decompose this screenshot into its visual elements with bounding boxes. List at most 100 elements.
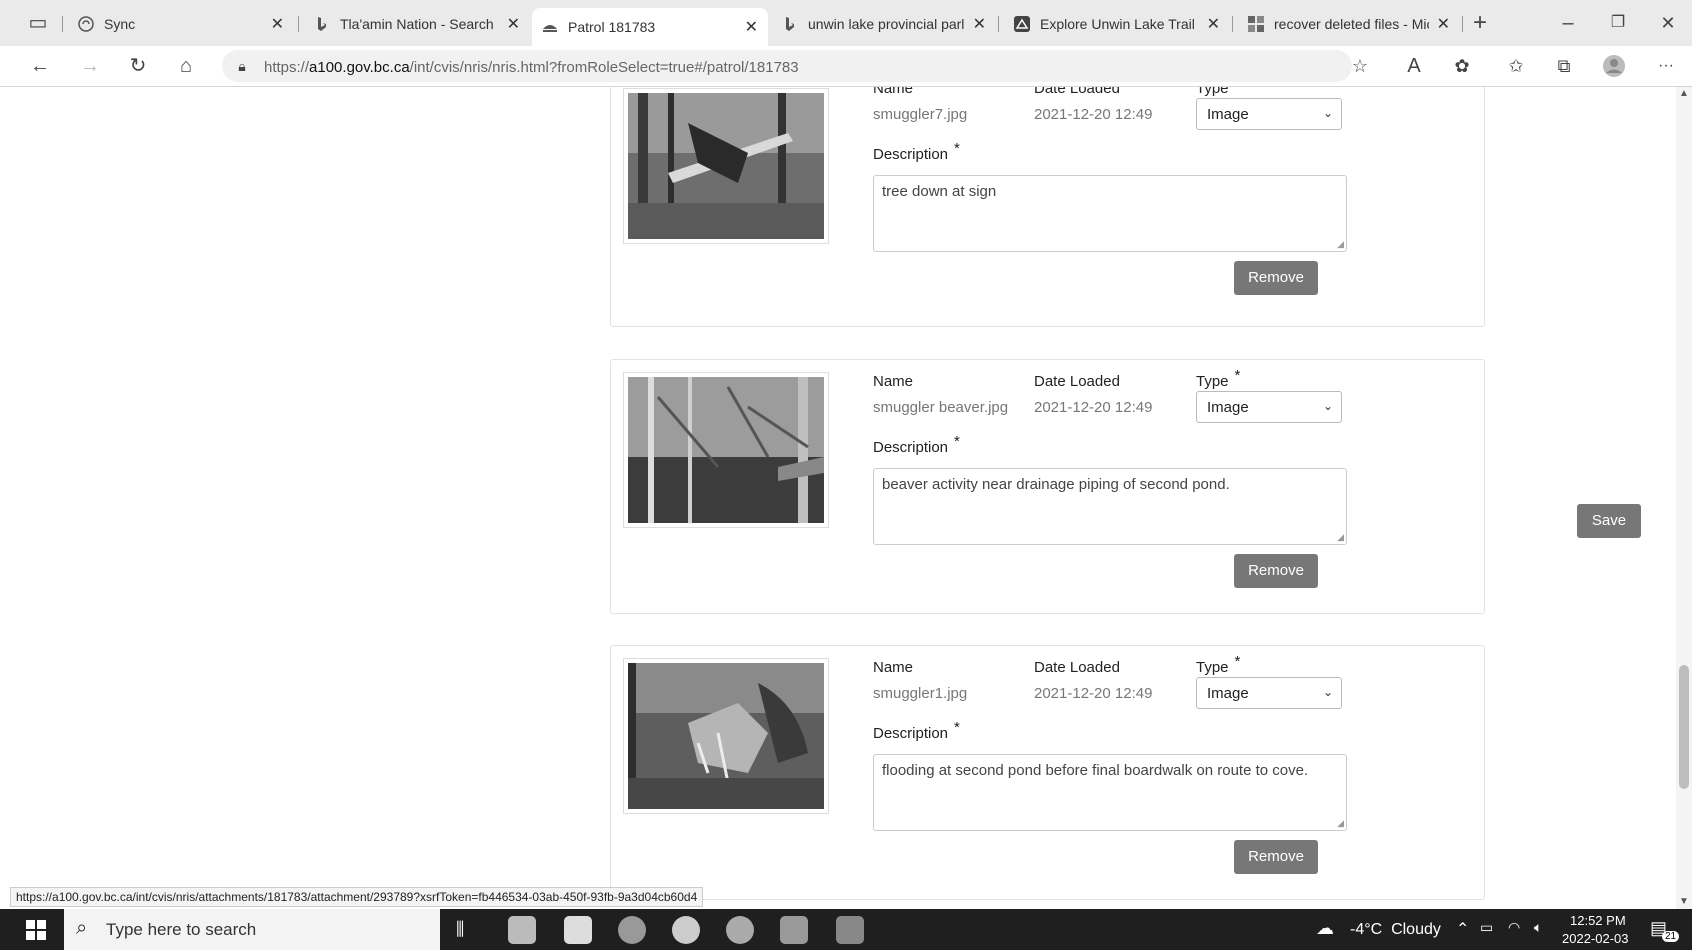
- remove-button[interactable]: Remove: [1234, 554, 1318, 588]
- tab-label: recover deleted files - Micr: [1274, 16, 1429, 32]
- file-explorer-icon[interactable]: [508, 916, 536, 944]
- attachment-thumbnail[interactable]: [623, 372, 829, 528]
- tab-label: Patrol 181783: [568, 19, 656, 35]
- minimize-icon[interactable]: –: [1556, 11, 1580, 35]
- restore-icon[interactable]: ❐: [1606, 11, 1630, 35]
- chevron-down-icon: ⌄: [1322, 106, 1333, 120]
- required-marker: *: [1234, 653, 1241, 670]
- taskbar-search[interactable]: ⌕ Type here to search: [64, 909, 440, 950]
- profile-icon[interactable]: [1602, 54, 1626, 78]
- name-label: Name: [873, 373, 914, 390]
- description-textarea[interactable]: tree down at sign ◢: [873, 175, 1347, 252]
- type-select[interactable]: Image ⌄: [1196, 391, 1342, 423]
- type-select[interactable]: Image ⌄: [1196, 98, 1342, 130]
- skype-icon[interactable]: [672, 916, 700, 944]
- tab-sync[interactable]: Sync ✕: [68, 8, 294, 40]
- wifi-icon[interactable]: ◠: [1508, 919, 1520, 936]
- close-icon[interactable]: ✕: [1207, 14, 1220, 34]
- tab-alltrails[interactable]: Explore Unwin Lake Trail | A ✕: [1004, 8, 1230, 40]
- tab-unwin-lake-search[interactable]: unwin lake provincial parl ✕: [772, 8, 996, 40]
- attachment-thumbnail[interactable]: [623, 88, 829, 244]
- description-text: tree down at sign: [882, 183, 997, 200]
- description-label: Description *: [873, 433, 960, 456]
- description-label: Description *: [873, 719, 960, 742]
- type-label: Type *: [1196, 367, 1240, 390]
- close-icon[interactable]: ✕: [973, 14, 986, 34]
- date-loaded-label: Date Loaded: [1034, 87, 1120, 97]
- remove-button[interactable]: Remove: [1234, 840, 1318, 874]
- close-icon[interactable]: ✕: [745, 17, 758, 37]
- attachment-thumbnail[interactable]: [623, 658, 829, 814]
- type-select[interactable]: Image ⌄: [1196, 677, 1342, 709]
- remove-button[interactable]: Remove: [1234, 261, 1318, 295]
- description-textarea[interactable]: flooding at second pond before final boa…: [873, 754, 1347, 831]
- bing-icon: [782, 16, 798, 32]
- weather-text[interactable]: -4°C Cloudy: [1350, 921, 1441, 939]
- chevron-up-icon[interactable]: ⌃: [1456, 919, 1469, 939]
- word-icon[interactable]: [836, 916, 864, 944]
- url-text[interactable]: https://a100.gov.bc.ca/int/cvis/nris/nri…: [264, 59, 799, 76]
- favorites-icon[interactable]: ✩: [1504, 54, 1528, 78]
- home-icon[interactable]: ⌂: [174, 54, 198, 78]
- tab-label: unwin lake provincial parl: [808, 16, 965, 32]
- read-aloud-icon[interactable]: A: [1402, 54, 1426, 78]
- description-textarea[interactable]: beaver activity near drainage piping of …: [873, 468, 1347, 545]
- collections-icon[interactable]: ⧉: [1552, 54, 1576, 78]
- tab-label: Sync: [104, 16, 136, 32]
- bing-icon: [314, 16, 330, 32]
- store-icon[interactable]: [564, 916, 592, 944]
- description-text: flooding at second pond before final boa…: [882, 762, 1309, 779]
- type-label-text: Type: [1196, 659, 1229, 676]
- required-marker: *: [954, 140, 960, 157]
- close-icon[interactable]: ✕: [507, 14, 520, 34]
- type-label: Type *: [1196, 87, 1240, 97]
- save-button[interactable]: Save: [1577, 504, 1641, 538]
- battery-icon[interactable]: ▭: [1480, 919, 1493, 936]
- tab-patrol[interactable]: Patrol 181783 ✕: [532, 8, 768, 46]
- forward-icon[interactable]: →: [78, 54, 102, 78]
- scroll-up-icon[interactable]: ▲: [1679, 88, 1689, 99]
- close-window-icon[interactable]: ✕: [1656, 11, 1680, 35]
- more-options-icon[interactable]: ···: [1654, 54, 1678, 78]
- resize-handle-icon[interactable]: ◢: [1337, 532, 1344, 543]
- close-icon[interactable]: ✕: [1437, 14, 1450, 34]
- task-view-icon[interactable]: ⫼: [456, 919, 464, 940]
- lock-icon[interactable]: 🔒︎: [230, 54, 254, 78]
- close-icon[interactable]: ✕: [271, 14, 284, 34]
- extensions-icon[interactable]: ✿: [1450, 54, 1474, 78]
- taskbar: ⌕ Type here to search ⫼ ☁ -4°C Cloudy ⌃ …: [0, 909, 1692, 950]
- type-label-text: Type: [1196, 373, 1229, 390]
- type-label-text: Type: [1196, 87, 1229, 97]
- type-select-value: Image: [1207, 106, 1249, 123]
- back-icon[interactable]: ←: [28, 54, 52, 78]
- clock-date[interactable]: 2022-02-03: [1562, 931, 1629, 946]
- attachment-name: smuggler beaver.jpg: [873, 399, 1009, 416]
- new-tab-icon[interactable]: +: [1468, 11, 1492, 35]
- description-label: Description *: [873, 140, 960, 163]
- attachment-card: Name smuggler beaver.jpg Date Loaded 202…: [610, 359, 1485, 614]
- attachment-date: 2021-12-20 12:49: [1034, 685, 1153, 702]
- scrollbar-thumb[interactable]: [1679, 665, 1689, 789]
- description-text: beaver activity near drainage piping of …: [882, 476, 1230, 493]
- tab-recover-files[interactable]: recover deleted files - Micr ✕: [1238, 8, 1460, 40]
- volume-icon[interactable]: 🔈︎: [1534, 919, 1542, 936]
- photo-fallen-tree: [628, 93, 824, 239]
- required-marker: *: [954, 719, 960, 736]
- scroll-down-icon[interactable]: ▼: [1679, 896, 1689, 907]
- add-favorite-icon[interactable]: ☆: [1348, 54, 1372, 78]
- powerpoint-icon[interactable]: [726, 916, 754, 944]
- tab-actions-icon[interactable]: ▭: [26, 11, 50, 35]
- tab-bar: ▭ Sync ✕ Tla'amin Nation - Search ✕ Patr…: [0, 0, 1692, 46]
- edge-icon[interactable]: [618, 916, 646, 944]
- description-label-text: Description: [873, 146, 949, 163]
- refresh-icon[interactable]: ↻: [126, 54, 150, 78]
- date-loaded-label: Date Loaded: [1034, 659, 1120, 676]
- tab-label: Explore Unwin Lake Trail | A: [1040, 16, 1199, 32]
- windows-start-icon[interactable]: [26, 920, 46, 945]
- resize-handle-icon[interactable]: ◢: [1337, 239, 1344, 250]
- tab-tlaamin-search[interactable]: Tla'amin Nation - Search ✕: [304, 8, 530, 40]
- resize-handle-icon[interactable]: ◢: [1337, 818, 1344, 829]
- clock-time[interactable]: 12:52 PM: [1570, 913, 1626, 928]
- url-path: /int/cvis/nris/nris.html?fromRoleSelect=…: [409, 59, 799, 76]
- outlook-icon[interactable]: [780, 916, 808, 944]
